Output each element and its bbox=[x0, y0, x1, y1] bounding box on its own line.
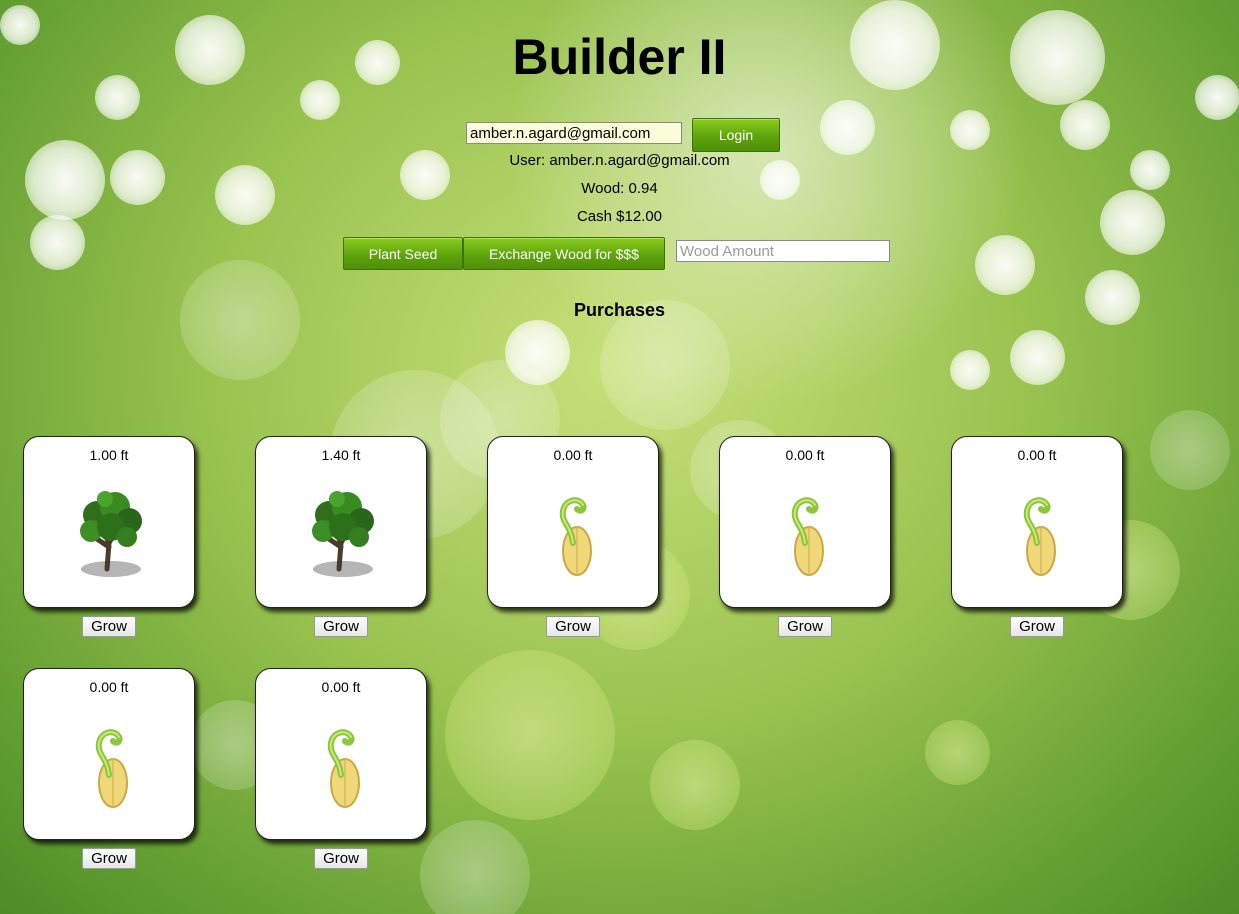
plant-card: 0.00 ft Grow bbox=[487, 436, 659, 637]
plant-height: 0.00 ft bbox=[1017, 447, 1057, 463]
seed-sprout-icon bbox=[1023, 497, 1056, 576]
login-form: Login bbox=[466, 118, 780, 152]
plant-tile: 0.00 ft bbox=[951, 436, 1123, 608]
seed-sprout-icon bbox=[559, 497, 592, 576]
grow-button[interactable]: Grow bbox=[314, 848, 368, 869]
grow-button[interactable]: Grow bbox=[82, 848, 136, 869]
wood-amount: Wood: 0.94 bbox=[581, 180, 658, 197]
seed-sprout-icon bbox=[95, 729, 128, 808]
plant-tile: 1.00 ft bbox=[23, 436, 195, 608]
grow-button[interactable]: Grow bbox=[314, 616, 368, 637]
plant-height: 0.00 ft bbox=[321, 679, 361, 695]
grow-button[interactable]: Grow bbox=[778, 616, 832, 637]
plant-height: 1.00 ft bbox=[89, 447, 129, 463]
email-input[interactable] bbox=[466, 122, 682, 144]
plant-card: 1.40 ft Grow bbox=[255, 436, 427, 637]
plant-card: 1.00 ft Grow bbox=[23, 436, 195, 637]
plant-height: 1.40 ft bbox=[321, 447, 361, 463]
seed-sprout-icon bbox=[791, 497, 824, 576]
login-button[interactable]: Login bbox=[692, 118, 780, 152]
plant-card: 0.00 ft Grow bbox=[255, 668, 427, 869]
grow-button[interactable]: Grow bbox=[82, 616, 136, 637]
user-label: User: amber.n.agard@gmail.com bbox=[509, 152, 730, 169]
plant-tile: 0.00 ft bbox=[23, 668, 195, 840]
exchange-wood-button[interactable]: Exchange Wood for $$$ bbox=[463, 237, 665, 270]
plant-seed-button[interactable]: Plant Seed bbox=[343, 237, 463, 270]
plant-tile: 1.40 ft bbox=[255, 436, 427, 608]
plant-card: 0.00 ft Grow bbox=[719, 436, 891, 637]
cash-amount: Cash $12.00 bbox=[576, 208, 663, 225]
purchases-heading: Purchases bbox=[573, 300, 666, 320]
plant-tile: 0.00 ft bbox=[255, 668, 427, 840]
plant-card: 0.00 ft Grow bbox=[23, 668, 195, 869]
tree-icon bbox=[312, 491, 374, 577]
plant-height: 0.00 ft bbox=[785, 447, 825, 463]
app-title: Builder II bbox=[512, 29, 727, 85]
wood-amount-input[interactable] bbox=[676, 240, 890, 262]
plant-height: 0.00 ft bbox=[89, 679, 129, 695]
seed-sprout-icon bbox=[327, 729, 360, 808]
app-root: Builder II Login User: amber.n.agard@gma… bbox=[0, 0, 1239, 914]
tree-icon bbox=[80, 491, 142, 577]
plant-card: 0.00 ft Grow bbox=[951, 436, 1123, 637]
plant-tile: 0.00 ft bbox=[487, 436, 659, 608]
plant-height: 0.00 ft bbox=[553, 447, 593, 463]
grow-button[interactable]: Grow bbox=[1010, 616, 1064, 637]
grow-button[interactable]: Grow bbox=[546, 616, 600, 637]
action-bar: Plant Seed Exchange Wood for $$$ bbox=[343, 237, 890, 270]
plant-tile: 0.00 ft bbox=[719, 436, 891, 608]
